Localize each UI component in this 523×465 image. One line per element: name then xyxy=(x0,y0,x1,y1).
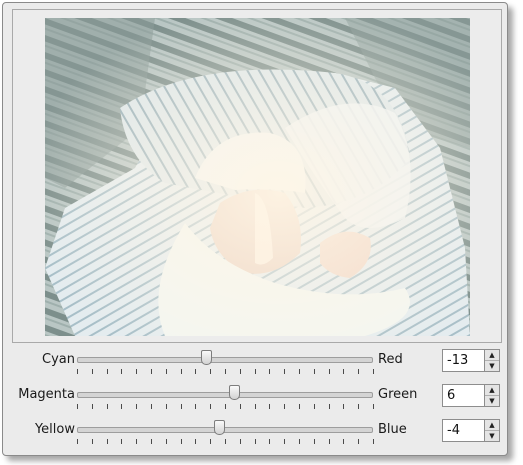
tick-mark xyxy=(195,369,197,374)
spin-down-arrow-icon[interactable]: ▼ xyxy=(485,431,499,441)
tick-mark xyxy=(284,404,286,409)
tick-mark xyxy=(239,369,241,374)
cyan-red-spin-arrows: ▲ ▼ xyxy=(484,349,500,372)
tick-mark xyxy=(269,439,271,444)
tick-mark xyxy=(91,439,93,444)
yellow-blue-spin-arrows: ▲ ▼ xyxy=(484,419,500,442)
tick-mark xyxy=(77,404,78,409)
yellow-label: Yellow xyxy=(34,422,75,437)
yellow-blue-slider-handle[interactable] xyxy=(214,420,226,435)
tick-mark xyxy=(165,439,167,444)
tick-mark xyxy=(165,369,167,374)
tick-mark xyxy=(225,404,226,409)
tick-mark xyxy=(91,404,93,409)
tick-mark xyxy=(91,369,93,374)
cyan-label: Cyan xyxy=(42,352,75,367)
magenta-green-row: Magenta Green ▲ ▼ xyxy=(3,382,507,410)
tick-mark xyxy=(254,404,256,409)
tick-mark xyxy=(136,369,138,374)
tick-mark xyxy=(106,404,108,409)
yellow-blue-value-field[interactable] xyxy=(442,419,485,442)
tick-mark xyxy=(77,369,78,374)
tick-mark xyxy=(239,439,241,444)
tick-mark xyxy=(165,404,167,409)
spin-up-arrow-icon[interactable]: ▲ xyxy=(485,350,499,361)
tick-mark xyxy=(284,369,286,374)
magenta-label: Magenta xyxy=(18,387,75,402)
tick-mark xyxy=(180,369,182,374)
tick-mark xyxy=(180,439,182,444)
tick-mark xyxy=(180,404,182,409)
tick-mark xyxy=(106,439,108,444)
tick-mark xyxy=(313,439,315,444)
tick-mark xyxy=(269,369,271,374)
tick-mark xyxy=(358,369,360,374)
cyan-red-slider-track[interactable] xyxy=(77,357,373,363)
tick-mark xyxy=(106,369,108,374)
magenta-green-slider-handle[interactable] xyxy=(228,385,240,400)
tick-mark xyxy=(136,439,138,444)
tick-mark xyxy=(343,404,345,409)
magenta-green-ticks xyxy=(77,404,374,410)
tick-mark xyxy=(373,369,374,374)
tick-mark xyxy=(328,404,330,409)
cyan-red-value-field[interactable] xyxy=(442,349,485,372)
tick-mark xyxy=(269,404,271,409)
tick-mark xyxy=(254,369,256,374)
blue-label: Blue xyxy=(378,422,407,437)
tick-mark xyxy=(343,439,345,444)
tick-mark xyxy=(77,439,78,444)
tick-mark xyxy=(210,404,212,409)
magenta-green-slider-track[interactable] xyxy=(77,392,373,398)
tick-mark xyxy=(299,439,300,444)
tick-mark xyxy=(121,369,123,374)
tick-mark xyxy=(121,439,123,444)
color-balance-dialog: Cyan Red ▲ ▼ Magenta Green ▲ ▼ Yellow xyxy=(2,2,508,456)
tick-mark xyxy=(299,404,300,409)
preview-area xyxy=(12,9,502,343)
magenta-green-value-field[interactable] xyxy=(442,384,485,407)
tick-mark xyxy=(151,439,152,444)
green-label: Green xyxy=(378,387,418,402)
tick-mark xyxy=(136,404,138,409)
tick-mark xyxy=(373,404,374,409)
tick-mark xyxy=(343,369,345,374)
tick-mark xyxy=(151,369,152,374)
tick-mark xyxy=(358,439,360,444)
tick-mark xyxy=(254,439,256,444)
tick-mark xyxy=(328,369,330,374)
tick-mark xyxy=(195,404,197,409)
tick-mark xyxy=(225,439,226,444)
tick-mark xyxy=(210,439,212,444)
tick-mark xyxy=(121,404,123,409)
tick-mark xyxy=(299,369,300,374)
preview-image xyxy=(45,18,470,336)
tick-mark xyxy=(195,439,197,444)
cyan-red-slider-handle[interactable] xyxy=(200,350,212,365)
tick-mark xyxy=(225,369,226,374)
yellow-blue-row: Yellow Blue ▲ ▼ xyxy=(3,417,507,445)
spin-up-arrow-icon[interactable]: ▲ xyxy=(485,420,499,431)
spin-down-arrow-icon[interactable]: ▼ xyxy=(485,396,499,406)
magenta-green-spinbutton[interactable]: ▲ ▼ xyxy=(442,384,500,407)
tick-mark xyxy=(328,439,330,444)
magenta-green-spin-arrows: ▲ ▼ xyxy=(484,384,500,407)
cyan-red-spinbutton[interactable]: ▲ ▼ xyxy=(442,349,500,372)
spin-down-arrow-icon[interactable]: ▼ xyxy=(485,361,499,371)
tick-mark xyxy=(210,369,212,374)
spin-up-arrow-icon[interactable]: ▲ xyxy=(485,385,499,396)
tick-mark xyxy=(151,404,152,409)
tick-mark xyxy=(313,404,315,409)
tick-mark xyxy=(284,439,286,444)
tick-mark xyxy=(239,404,241,409)
tick-mark xyxy=(313,369,315,374)
cyan-red-ticks xyxy=(77,369,374,375)
red-label: Red xyxy=(378,352,403,367)
yellow-blue-spinbutton[interactable]: ▲ ▼ xyxy=(442,419,500,442)
tick-mark xyxy=(358,404,360,409)
tick-mark xyxy=(373,439,374,444)
yellow-blue-ticks xyxy=(77,439,374,445)
cyan-red-row: Cyan Red ▲ ▼ xyxy=(3,347,507,375)
